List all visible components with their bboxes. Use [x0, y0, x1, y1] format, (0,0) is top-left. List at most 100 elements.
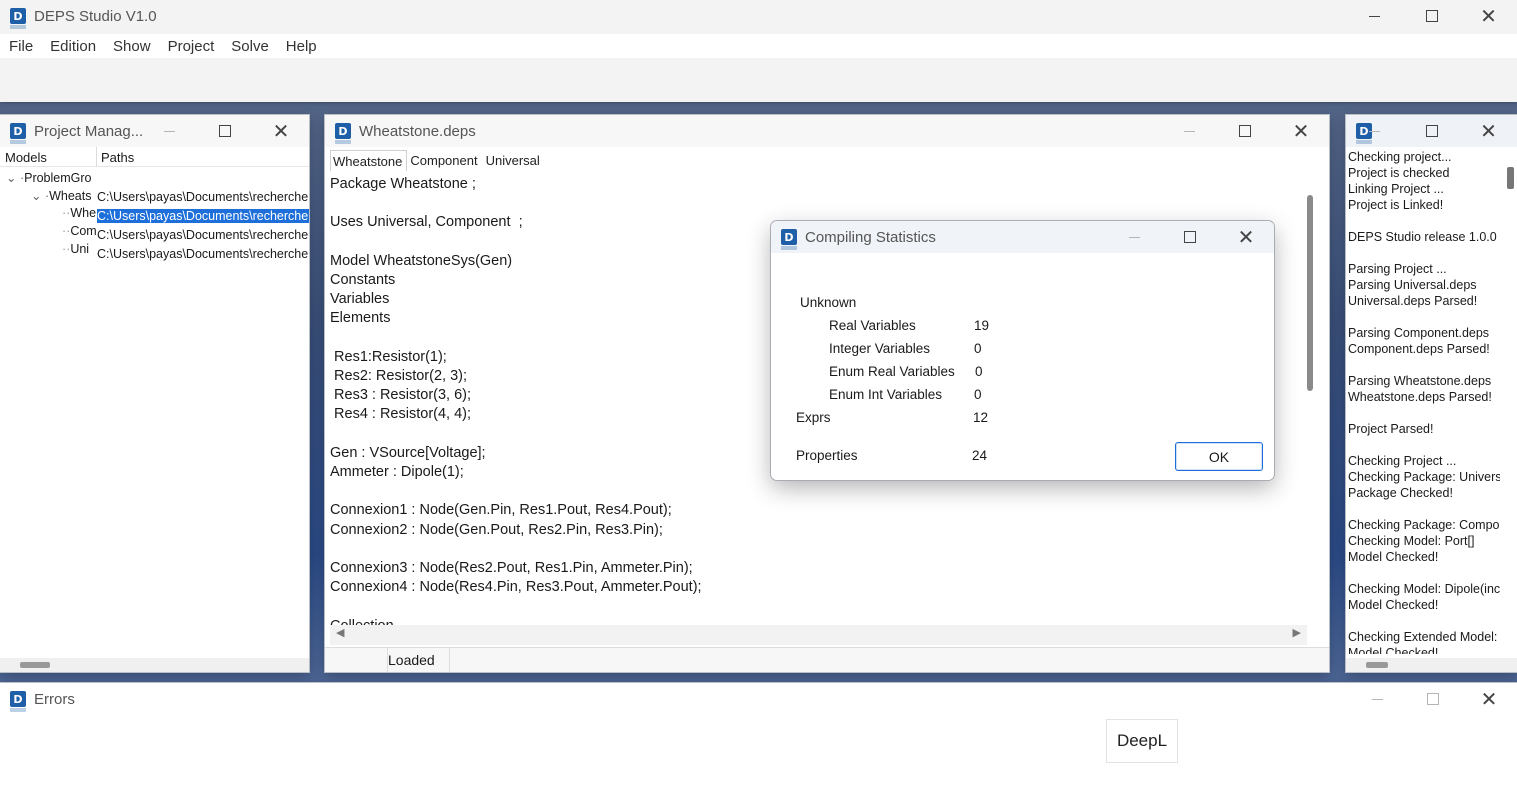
project-manager-window: D Project Manag... ✕ Models Paths ⌄ ·Pro…	[0, 115, 309, 672]
minimize-button[interactable]	[1346, 0, 1403, 32]
scroll-thumb[interactable]	[1307, 195, 1313, 391]
scroll-thumb[interactable]	[1366, 662, 1388, 668]
menu-edition[interactable]: Edition	[41, 38, 104, 55]
deps-app-icon: D	[10, 691, 26, 712]
minimize-button[interactable]	[1161, 115, 1217, 147]
minimize-button[interactable]	[1349, 683, 1405, 715]
tree-item-universal[interactable]: ··Uni	[62, 242, 89, 256]
maximize-button[interactable]	[1162, 221, 1218, 253]
maximize-icon	[1184, 231, 1196, 243]
menu-solve[interactable]: Solve	[222, 38, 277, 55]
minimize-button[interactable]	[141, 115, 197, 147]
main-titlebar: D DEPS Studio V1.0	[0, 0, 1517, 32]
vertical-scroll-thumb[interactable]	[1507, 167, 1514, 189]
maximize-icon	[1425, 125, 1438, 137]
menu-project[interactable]: Project	[159, 38, 223, 55]
deps-app-icon: D	[10, 8, 26, 29]
dialog-title: Compiling Statistics	[805, 228, 936, 246]
menu-bar: File Edition Show Project Solve Help	[0, 34, 1517, 58]
integer-variables-label: Integer Variables	[829, 341, 931, 356]
minimize-button[interactable]	[1106, 221, 1162, 253]
path-item-selected[interactable]: C:\Users\payas\Documents\recherche	[97, 209, 309, 223]
ok-button[interactable]: OK	[1175, 442, 1263, 471]
close-button[interactable]: ✕	[1461, 683, 1517, 715]
horizontal-scrollbar[interactable]: ◀ ▶	[330, 625, 1307, 645]
tab-wheatstone[interactable]: Wheatstone	[330, 150, 408, 171]
real-variables-value: 19	[974, 318, 990, 333]
status-bar: Loaded	[325, 647, 1329, 672]
close-icon: ✕	[1480, 687, 1498, 711]
enum-int-variables-value: 0	[974, 387, 982, 402]
close-icon: ✕	[272, 119, 290, 143]
properties-value: 24	[972, 448, 988, 463]
close-button[interactable]: ✕	[253, 115, 309, 147]
minimize-icon	[1128, 236, 1140, 238]
path-item[interactable]: C:\Users\payas\Documents\recherche	[97, 228, 309, 242]
project-manager-title: Project Manag...	[34, 122, 144, 140]
scroll-thumb[interactable]	[20, 662, 50, 668]
horizontal-scrollbar[interactable]	[0, 658, 309, 672]
close-icon: ✕	[1237, 225, 1255, 249]
enum-real-variables-label: Enum Real Variables	[829, 364, 955, 379]
properties-label: Properties	[796, 448, 858, 463]
editor-controls: ✕	[1161, 115, 1329, 147]
status-text: Loaded	[388, 652, 435, 668]
maximize-button[interactable]	[1217, 115, 1273, 147]
editor-tabs: Wheatstone Component Universal	[330, 149, 545, 171]
maximize-icon	[1239, 125, 1251, 137]
deepl-button[interactable]: DeepL	[1106, 719, 1178, 763]
enum-real-variables-value: 0	[975, 364, 983, 379]
horizontal-scrollbar[interactable]	[1346, 658, 1517, 672]
path-item[interactable]: C:\Users\payas\Documents\recherche	[97, 190, 309, 204]
deps-app-icon: D	[10, 123, 26, 144]
close-button[interactable]: ✕	[1460, 0, 1517, 32]
path-item[interactable]: C:\Users\payas\Documents\recherche	[97, 247, 309, 261]
scroll-left-icon[interactable]: ◀	[336, 626, 344, 639]
maximize-button[interactable]	[197, 115, 253, 147]
log-output: Checking project... Project is checked L…	[1348, 150, 1500, 654]
close-button[interactable]: ✕	[1460, 115, 1517, 147]
maximize-button[interactable]	[1403, 115, 1460, 147]
minimize-icon	[1369, 130, 1380, 132]
real-variables-label: Real Variables	[829, 318, 916, 333]
menu-help[interactable]: Help	[277, 38, 325, 55]
tab-component[interactable]: Component	[407, 149, 482, 171]
compiling-statistics-dialog: D Compiling Statistics ✕ Unknown Real Va…	[771, 221, 1274, 480]
column-header: Models Paths	[0, 147, 309, 167]
tree-item-wheatstone[interactable]: ··Whe	[62, 206, 96, 220]
tab-universal[interactable]: Universal	[483, 149, 545, 171]
maximize-button[interactable]	[1403, 0, 1460, 32]
errors-window: D Errors ✕ DeepL	[0, 683, 1517, 791]
errors-title: Errors	[34, 690, 75, 708]
tree-item-problemgroup[interactable]: ⌄ ·ProblemGro	[6, 170, 92, 185]
close-button[interactable]: ✕	[1273, 115, 1329, 147]
minimize-button[interactable]	[1346, 115, 1403, 147]
main-window-controls: ✕	[1346, 0, 1517, 32]
log-window: D ✕ Checking project... Project is check…	[1346, 115, 1517, 672]
minimize-icon	[163, 130, 175, 132]
menu-file[interactable]: File	[0, 38, 41, 55]
close-icon: ✕	[1480, 4, 1497, 28]
maximize-button[interactable]	[1405, 683, 1461, 715]
maximize-icon	[1425, 10, 1438, 22]
errors-controls: ✕	[1349, 683, 1517, 715]
minimize-icon	[1369, 15, 1380, 17]
main-window: D DEPS Studio V1.0 ✕ File Edition Show P…	[0, 0, 1517, 102]
column-paths[interactable]: Paths	[101, 150, 134, 165]
enum-int-variables-label: Enum Int Variables	[829, 387, 943, 402]
close-icon: ✕	[1292, 119, 1310, 143]
vertical-scrollbar[interactable]	[1305, 183, 1315, 623]
dialog-controls: ✕	[1106, 221, 1274, 253]
tree-item-component[interactable]: ··Com	[62, 224, 97, 238]
log-controls: ✕	[1346, 115, 1517, 147]
exprs-value: 12	[973, 410, 989, 425]
deps-app-icon: D	[781, 229, 797, 250]
errors-titlebar: D Errors	[0, 683, 1517, 715]
close-button[interactable]: ✕	[1218, 221, 1274, 253]
toolbar-area	[0, 58, 1517, 102]
column-models[interactable]: Models	[5, 150, 47, 165]
tree-item-wheatstone-package[interactable]: ⌄ ·Wheats	[31, 188, 92, 203]
scroll-right-icon[interactable]: ▶	[1293, 626, 1301, 639]
exprs-label: Exprs	[796, 410, 831, 425]
menu-show[interactable]: Show	[104, 38, 159, 55]
